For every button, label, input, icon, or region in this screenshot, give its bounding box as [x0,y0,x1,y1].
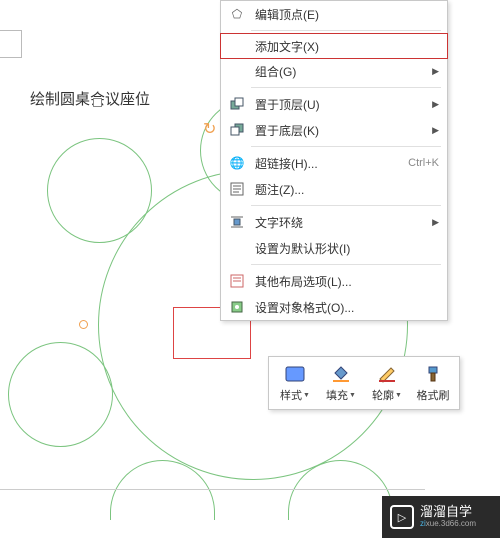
menu-separator [251,30,441,31]
caption-icon [228,180,246,198]
send-back-icon [228,121,246,139]
menu-item-hyperlink[interactable]: 🌐 超链接(H)... Ctrl+K [221,150,447,176]
menu-label: 其他布局选项(L)... [255,273,352,290]
submenu-arrow-icon: ▶ [432,125,439,136]
fill-button[interactable]: 填充 ▼ [321,363,361,403]
menu-item-format-object[interactable]: 设置对象格式(O)... [221,294,447,320]
menu-item-send-back[interactable]: 置于底层(K) ▶ [221,117,447,143]
fill-icon [328,363,354,385]
outline-button[interactable]: 轮廓 ▼ [367,363,407,403]
menu-label: 编辑顶点(E) [255,6,319,23]
menu-item-default-shape[interactable]: 设置为默认形状(I) [221,235,447,261]
format-painter-icon [420,363,446,385]
tool-label: 样式 [280,387,302,403]
menu-item-add-text[interactable]: 添加文字(X) [220,33,448,59]
menu-label: 文字环绕 [255,214,303,231]
tool-label: 填充 [326,387,348,403]
format-painter-button[interactable]: 格式刷 [413,363,453,403]
mini-toolbar: 样式 ▼ 填充 ▼ 轮廓 ▼ 格式刷 [268,356,460,410]
menu-separator [251,87,441,88]
style-button[interactable]: 样式 ▼ [275,363,315,403]
menu-label: 置于顶层(U) [255,96,320,113]
bring-front-icon [228,95,246,113]
play-icon: ▷ [390,505,414,529]
context-menu: ⬠ 编辑顶点(E) 添加文字(X) 组合(G) ▶ 置于顶层(U) ▶ 置于底层… [220,0,448,321]
rotate-handle[interactable]: ↻ [203,119,219,135]
menu-label: 组合(G) [255,63,296,80]
layout-icon [228,272,246,290]
menu-separator [251,146,441,147]
menu-item-layout-options[interactable]: 其他布局选项(L)... [221,268,447,294]
tool-label: 格式刷 [417,387,450,403]
watermark-text-main: 溜溜自学 [420,505,476,519]
submenu-arrow-icon: ▶ [432,217,439,228]
menu-label: 题注(Z)... [255,181,304,198]
style-icon [282,363,308,385]
tool-label: 轮廓 [372,387,394,403]
canvas-title: 绘制圆桌会议座位 [30,88,150,109]
page-boundary-line [0,489,425,490]
watermark: ▷ 溜溜自学 zixue.3d66.com [382,496,500,538]
selection-handle-l[interactable] [79,320,88,329]
menu-label: 置于底层(K) [255,122,319,139]
watermark-text-sub: zixue.3d66.com [420,520,476,529]
menu-separator [251,205,441,206]
submenu-arrow-icon: ▶ [432,66,439,77]
dropdown-arrow-icon: ▼ [303,392,310,399]
menu-item-text-wrap[interactable]: 文字环绕 ▶ [221,209,447,235]
edit-points-icon: ⬠ [228,5,246,23]
dropdown-arrow-icon: ▼ [349,392,356,399]
submenu-arrow-icon: ▶ [432,99,439,110]
seat-circle-1[interactable] [47,138,152,243]
menu-shortcut: Ctrl+K [408,157,439,169]
menu-label: 超链接(H)... [255,155,318,172]
seat-circle-3[interactable] [8,342,113,447]
menu-item-group[interactable]: 组合(G) ▶ [221,58,447,84]
menu-separator [251,264,441,265]
page-edge-box [0,30,22,58]
selection-handle-tl[interactable] [93,98,102,107]
menu-label: 设置对象格式(O)... [255,299,354,316]
outline-icon [374,363,400,385]
wrap-text-icon [228,213,246,231]
hyperlink-icon: 🌐 [228,154,246,172]
format-icon [228,298,246,316]
menu-label: 添加文字(X) [255,38,319,55]
menu-item-caption[interactable]: 题注(Z)... [221,176,447,202]
menu-item-bring-front[interactable]: 置于顶层(U) ▶ [221,91,447,117]
dropdown-arrow-icon: ▼ [395,392,402,399]
menu-item-edit-points[interactable]: ⬠ 编辑顶点(E) [221,1,447,27]
menu-label: 设置为默认形状(I) [255,240,350,257]
